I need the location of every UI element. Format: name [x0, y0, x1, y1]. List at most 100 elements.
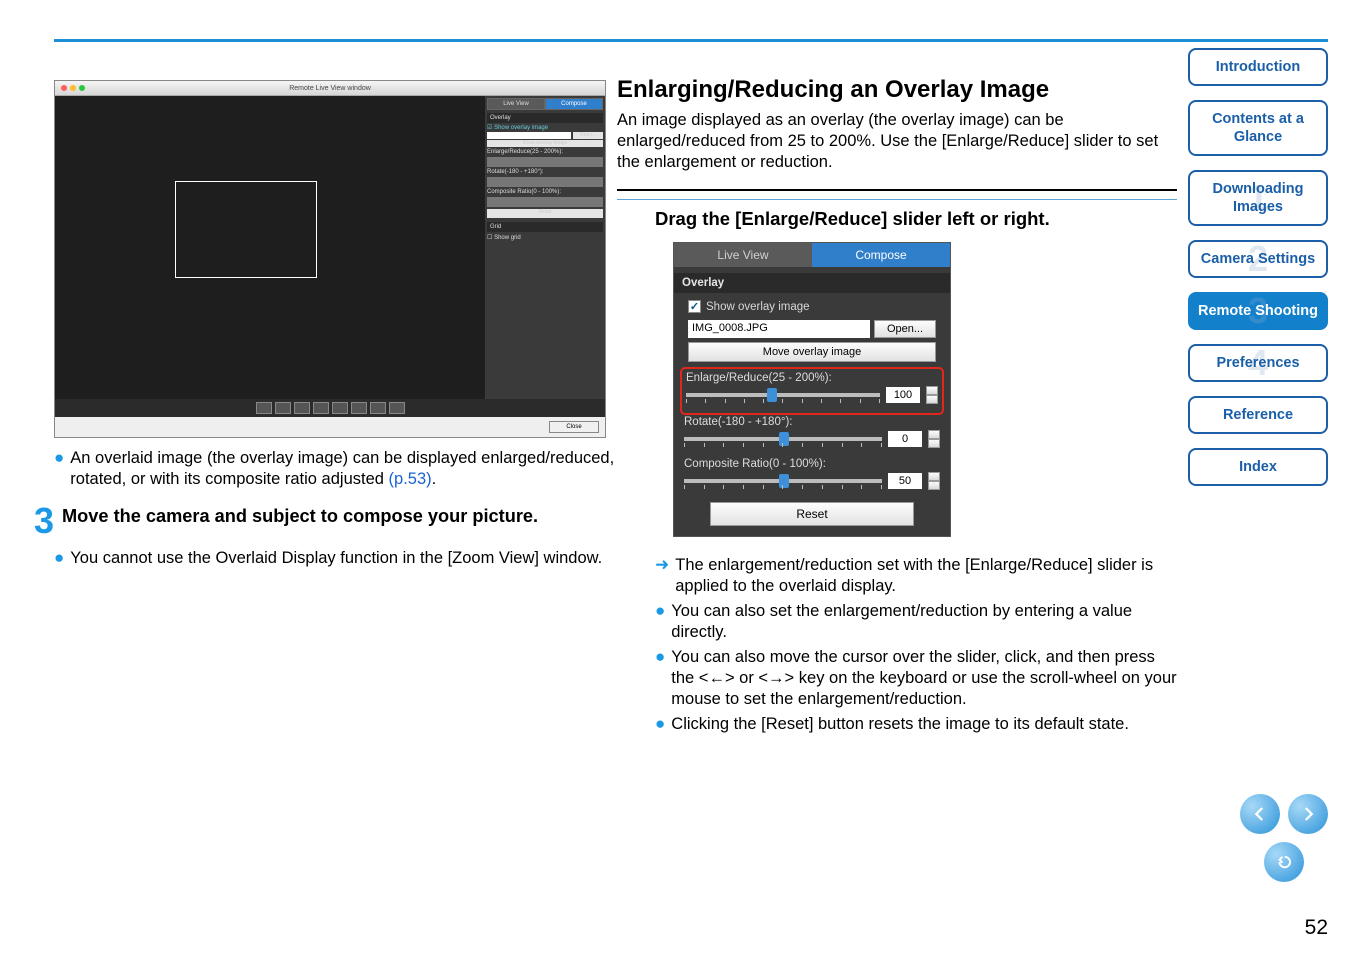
left-column: Remote Live View window Live View Compos…	[54, 80, 639, 571]
ratio-label: Composite Ratio(0 - 100%):	[487, 189, 603, 195]
stepper-icon[interactable]: ▲▼	[926, 386, 938, 404]
divider	[617, 199, 1177, 200]
section-overlay: Overlay	[674, 273, 950, 293]
reset-button[interactable]: Reset	[487, 209, 603, 218]
window-titlebar: Remote Live View window	[55, 81, 605, 96]
nav-downloading-images[interactable]: 1Downloading Images	[1188, 170, 1328, 226]
nav-label: Downloading Images	[1212, 181, 1303, 215]
stepper-icon[interactable]: ▲▼	[928, 472, 940, 490]
result-text: The enlargement/reduction set with the […	[675, 555, 1177, 597]
move-overlay-button[interactable]: Move overlay image	[688, 342, 936, 362]
ratio-value-input[interactable]: 50	[888, 473, 922, 489]
page-link[interactable]: (p.53)	[389, 470, 432, 488]
tab-compose[interactable]: Compose	[545, 98, 603, 110]
nav-camera-settings[interactable]: 2Camera Settings	[1188, 240, 1328, 278]
stepper-icon[interactable]: ▲▼	[928, 430, 940, 448]
enlarge-slider[interactable]	[686, 393, 880, 397]
bullet-text: An overlaid image (the overlay image) ca…	[70, 448, 639, 490]
highlight-enlarge-slider: Enlarge/Reduce(25 - 200%): 100 ▲▼	[680, 367, 944, 415]
rotate-slider[interactable]	[684, 437, 882, 441]
rotate-label: Rotate(-180 - +180°):	[487, 169, 603, 175]
bullet-dot-icon: ●	[655, 647, 665, 710]
top-rule	[54, 39, 1328, 42]
nav-remote-shooting[interactable]: 3Remote Shooting	[1188, 292, 1328, 330]
tab-live-view[interactable]: Live View	[674, 243, 812, 267]
nav-introduction[interactable]: Introduction	[1188, 48, 1328, 86]
section-grid: Grid	[487, 222, 603, 232]
bullet-text: You can also set the enlargement/reducti…	[671, 601, 1177, 643]
step-3: 3 Move the camera and subject to compose…	[34, 504, 639, 538]
tool-icon[interactable]	[332, 402, 348, 414]
divider	[617, 189, 1177, 191]
ratio-slider[interactable]	[684, 479, 882, 483]
window-title: Remote Live View window	[289, 85, 371, 92]
enlarge-value-input[interactable]: 100	[886, 387, 920, 403]
sidebar-nav: Introduction Contents at a Glance 1Downloa…	[1188, 48, 1328, 486]
checkbox-icon[interactable]: ✓	[688, 300, 701, 313]
nav-label: Preferences	[1216, 355, 1299, 371]
undo-icon	[1275, 853, 1293, 871]
nav-index[interactable]: Index	[1188, 448, 1328, 486]
bullet-dot-icon: ●	[54, 448, 64, 490]
tool-icon[interactable]	[370, 402, 386, 414]
section-overlay: Overlay	[487, 113, 603, 123]
open-button[interactable]: Open...	[874, 320, 936, 338]
nav-label: Introduction	[1216, 59, 1301, 75]
reset-button[interactable]: Reset	[710, 502, 914, 526]
enlarge-label: Enlarge/Reduce(25 - 200%):	[487, 149, 603, 155]
rotate-slider[interactable]	[487, 177, 603, 187]
nav-reference[interactable]: Reference	[1188, 396, 1328, 434]
page-number: 52	[1305, 916, 1328, 940]
step-title: Move the camera and subject to compose y…	[62, 504, 538, 538]
enlarge-label: Enlarge/Reduce(25 - 200%):	[684, 372, 940, 384]
tab-compose[interactable]: Compose	[812, 243, 950, 267]
bullet-dot-icon: ●	[655, 601, 665, 643]
panel-compose-mini: Live View Compose Overlay ☑ Show overlay…	[485, 96, 605, 399]
tab-live-view[interactable]: Live View	[487, 98, 545, 110]
overlay-file-input[interactable]	[487, 132, 571, 139]
nav-contents-at-a-glance[interactable]: Contents at a Glance	[1188, 100, 1328, 156]
step-number: 3	[34, 504, 54, 538]
rotate-label: Rotate(-180 - +180°):	[682, 416, 942, 428]
bullet-text: Clicking the [Reset] button resets the i…	[671, 714, 1177, 735]
close-button[interactable]: Close	[549, 421, 599, 433]
enlarge-slider[interactable]	[487, 157, 603, 167]
toolbar-bottom	[55, 399, 605, 417]
focus-rectangle	[175, 181, 317, 278]
tool-icon[interactable]	[275, 402, 291, 414]
overlay-file-input[interactable]: IMG_0008.JPG	[688, 320, 870, 338]
section-heading: Enlarging/Reducing an Overlay Image	[617, 76, 1177, 104]
nav-label: Camera Settings	[1201, 251, 1315, 267]
prev-page-button[interactable]	[1240, 794, 1280, 834]
bullet-dot-icon: ●	[54, 548, 64, 569]
screenshot-remote-live-view: Remote Live View window Live View Compos…	[54, 80, 606, 438]
bullet-list: ● An overlaid image (the overlay image) …	[54, 448, 639, 490]
tool-icon[interactable]	[313, 402, 329, 414]
result-arrow-icon: ➜	[655, 555, 669, 597]
move-overlay-button[interactable]: Move overlay image	[487, 140, 603, 147]
nav-label: Contents at a Glance	[1212, 111, 1304, 145]
ratio-label: Composite Ratio(0 - 100%):	[682, 458, 942, 470]
sub-heading: Drag the [Enlarge/Reduce] slider left or…	[655, 208, 1177, 230]
screenshot-compose-panel: Live View Compose Overlay ✓ Show overlay…	[673, 242, 951, 537]
open-button[interactable]: Open...	[573, 132, 603, 139]
tool-icon[interactable]	[256, 402, 272, 414]
pager	[1240, 794, 1328, 882]
ratio-slider[interactable]	[487, 197, 603, 207]
bullet-list: ● You cannot use the Overlaid Display fu…	[54, 548, 639, 569]
live-view-area	[55, 96, 485, 399]
nav-label: Remote Shooting	[1198, 303, 1318, 319]
tool-icon[interactable]	[389, 402, 405, 414]
traffic-lights-icon	[61, 85, 85, 91]
rotate-value-input[interactable]: 0	[888, 431, 922, 447]
back-button[interactable]	[1264, 842, 1304, 882]
nav-label: Reference	[1223, 407, 1293, 423]
bullet-dot-icon: ●	[655, 714, 665, 735]
bullet-text: You can also move the cursor over the sl…	[671, 647, 1177, 710]
nav-label: Index	[1239, 459, 1277, 475]
next-page-button[interactable]	[1288, 794, 1328, 834]
tool-icon[interactable]	[294, 402, 310, 414]
tool-icon[interactable]	[351, 402, 367, 414]
show-overlay-label: Show overlay image	[706, 301, 810, 313]
nav-preferences[interactable]: 4Preferences	[1188, 344, 1328, 382]
